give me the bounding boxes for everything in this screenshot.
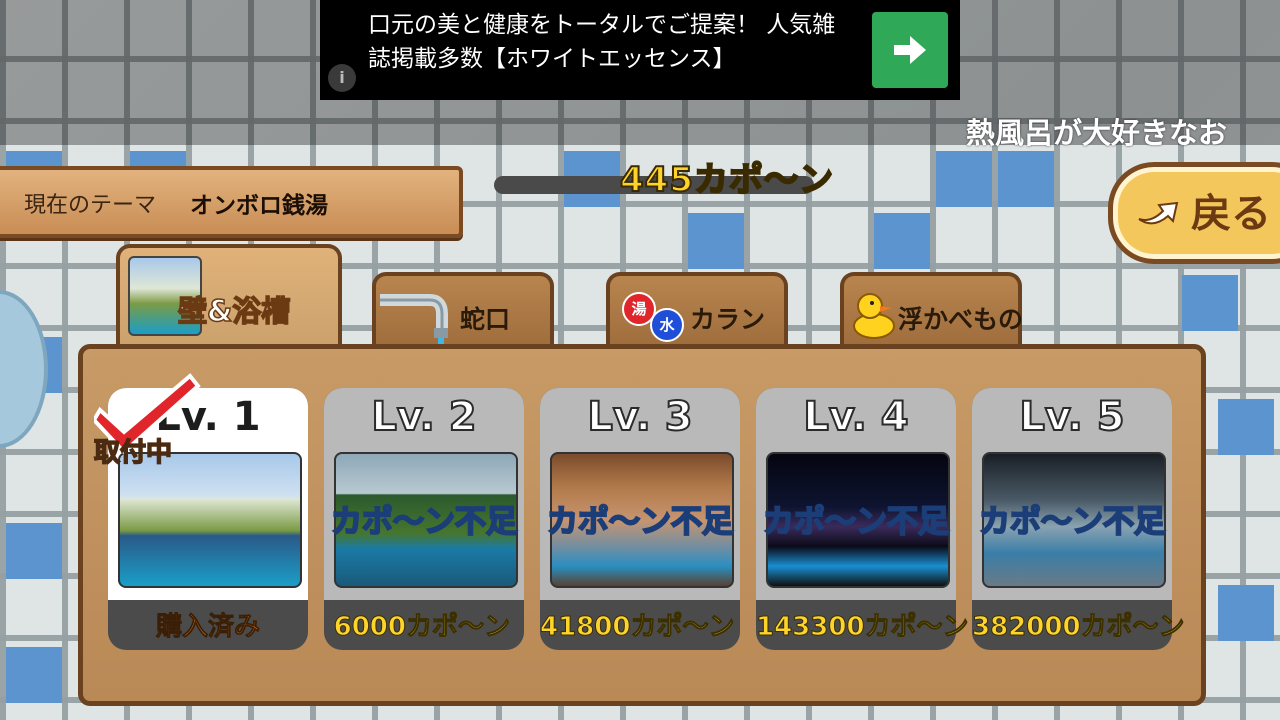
back-button-label: 戻る (1191, 191, 1271, 237)
blue-tile (998, 151, 1054, 207)
card-level: Lv. 5 (1018, 393, 1125, 441)
item-card-lv5[interactable]: Lv. 5 カポ〜ン不足 382000カポ〜ン (972, 388, 1186, 650)
card-thumbnail (118, 452, 302, 588)
card-level: Lv. 3 (586, 393, 693, 441)
tab-label: 浮かべもの (898, 305, 1024, 334)
current-theme-plank: 現在のテーマ オンボロ銭湯 (0, 166, 463, 238)
faucet-icon (380, 294, 448, 352)
cold-water-icon: 水 (650, 308, 684, 342)
card-price: 6000カポ〜ン (333, 612, 510, 643)
blue-tile (6, 647, 62, 703)
installed-label: 取付中 (93, 437, 173, 469)
tab-label: 壁&浴槽 (177, 293, 291, 329)
tab-wall-bathtub[interactable]: 壁&浴槽 (116, 244, 342, 352)
info-icon[interactable]: i (328, 64, 356, 92)
card-price: 143300カポ〜ン (756, 612, 970, 643)
item-card-lv2[interactable]: Lv. 2 カポ〜ン不足 6000カポ〜ン (324, 388, 524, 650)
current-theme-value: オンボロ銭湯 (190, 193, 328, 219)
blue-tile (1218, 399, 1274, 455)
item-card-lv3[interactable]: Lv. 3 カポ〜ン不足 41800カポ〜ン (540, 388, 740, 650)
tab-label: カラン (690, 305, 766, 334)
insufficient-funds-label: カポ〜ン不足 (978, 503, 1166, 541)
insufficient-funds-label: カポ〜ン不足 (546, 503, 734, 541)
card-price: 382000カポ〜ン (972, 612, 1186, 643)
return-arrow-icon (1138, 201, 1179, 225)
current-theme-label: 現在のテーマ (24, 193, 157, 218)
blue-tile (1182, 275, 1238, 331)
blue-tile (874, 213, 930, 269)
insufficient-funds-label: カポ〜ン不足 (330, 503, 518, 541)
ad-text[interactable]: 口元の美と健康をトータルでご提案！ 人気雑誌掲載多数【ホワイトエッセンス】 (368, 8, 848, 76)
arrow-right-icon (894, 36, 926, 64)
item-card-lv4[interactable]: Lv. 4 カポ〜ン不足 143300カポ〜ン (756, 388, 970, 650)
blue-tile (688, 213, 744, 269)
tab-label: 蛇口 (460, 305, 511, 334)
blue-tile (936, 151, 992, 207)
currency-amount: 445カポ〜ン (619, 159, 834, 201)
blue-tile (1218, 585, 1274, 641)
ad-banner[interactable]: 口元の美と健康をトータルでご提案！ 人気雑誌掲載多数【ホワイトエッセンス】 i (320, 0, 960, 100)
card-level: Lv. 2 (370, 393, 477, 441)
insufficient-funds-label: カポ〜ン不足 (762, 503, 950, 541)
rubber-duck-icon (853, 293, 895, 339)
card-level: Lv. 4 (802, 393, 909, 441)
blue-tile (6, 523, 62, 579)
scrolling-message: 熱風呂が大好きなお (966, 116, 1228, 150)
back-button[interactable]: 戻る (1108, 162, 1280, 264)
card-price: 41800カポ〜ン (540, 612, 735, 643)
card-status: 購入済み (155, 612, 261, 643)
ad-open-button[interactable] (872, 12, 948, 88)
